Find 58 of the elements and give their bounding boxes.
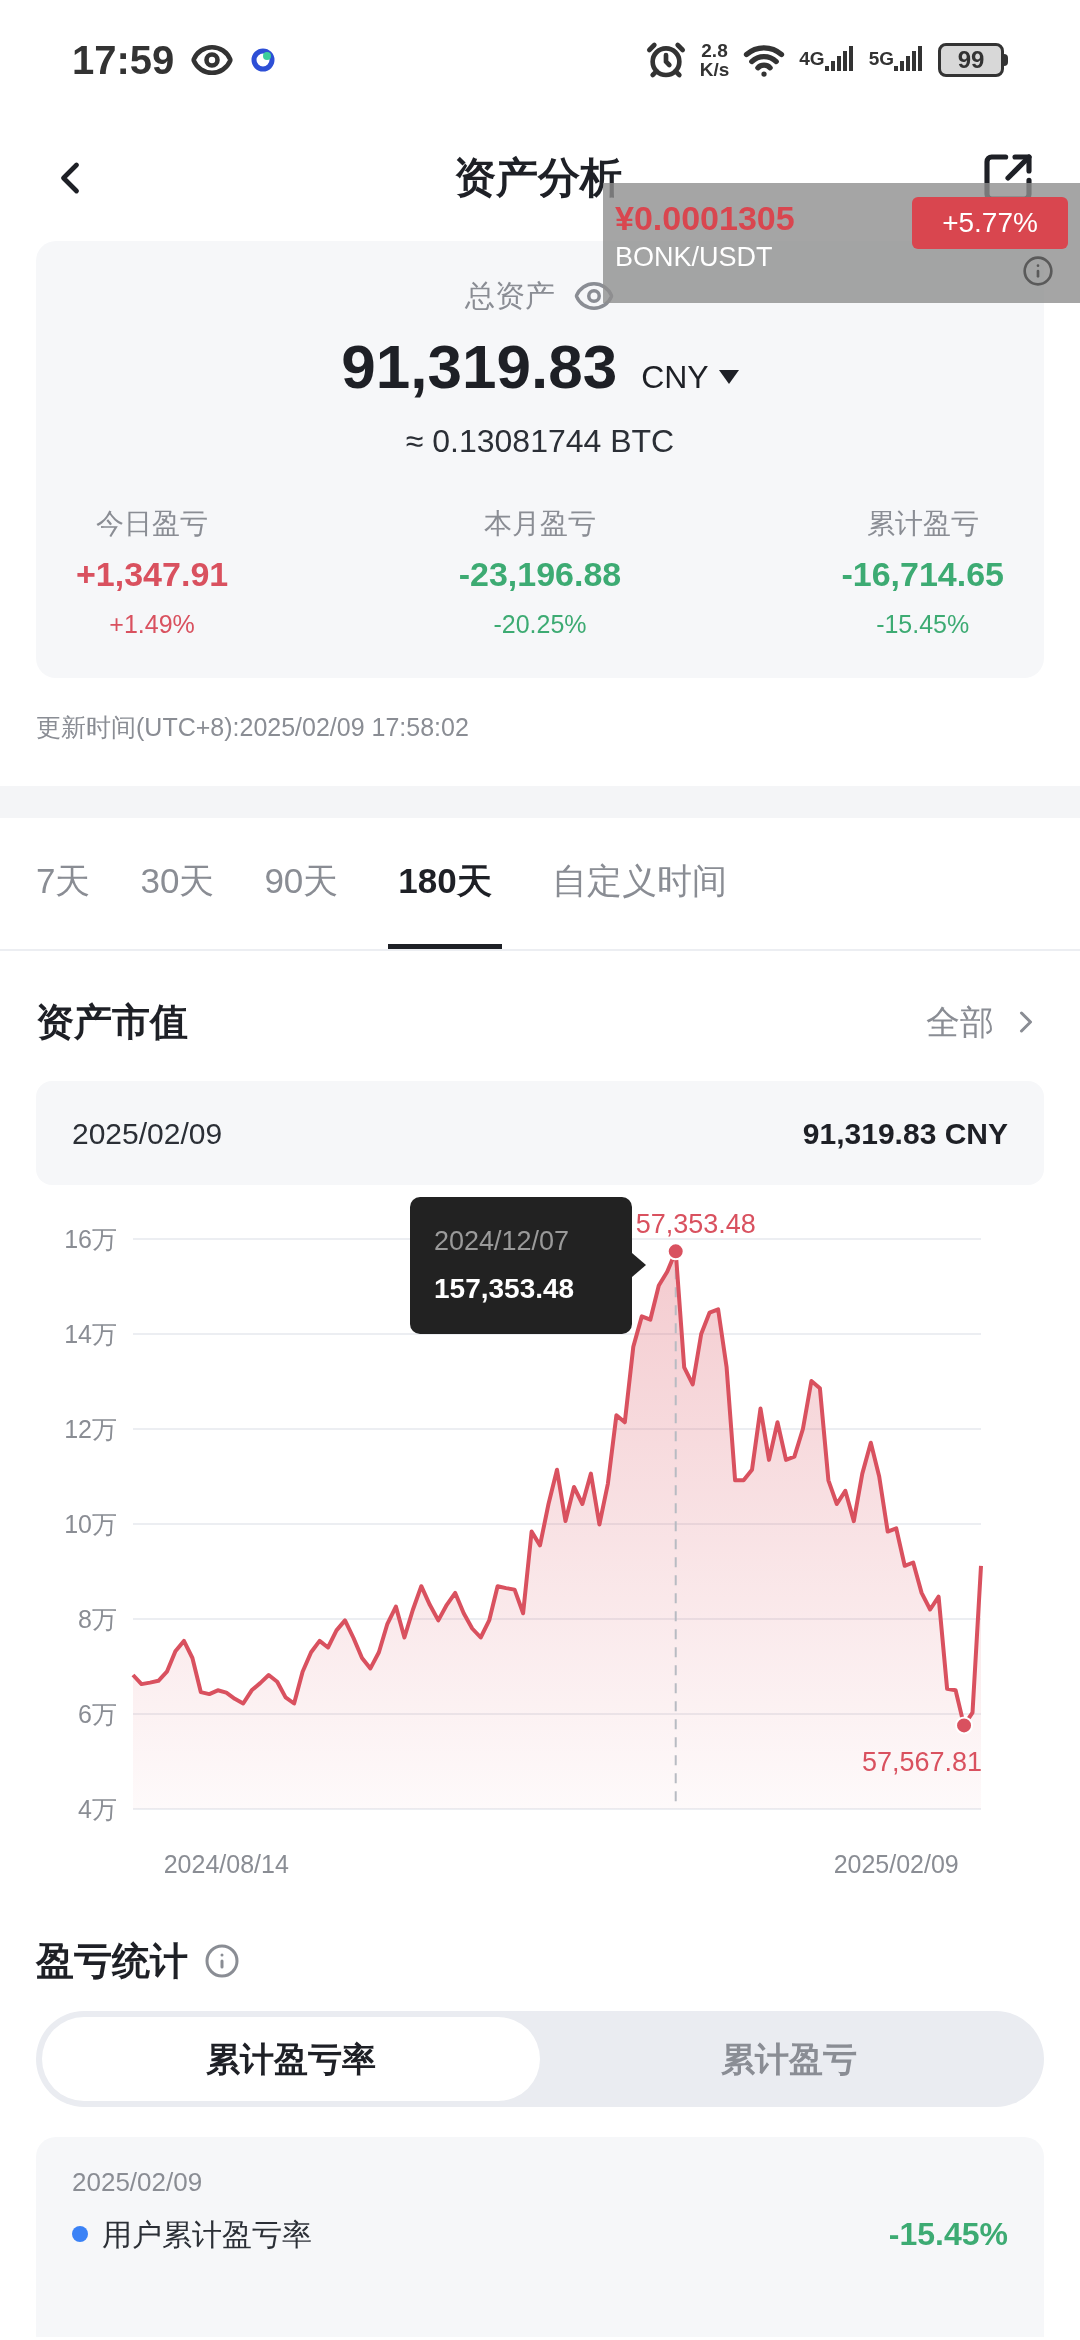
x-axis-label: 2025/02/09	[833, 1850, 959, 1878]
update-time: 更新时间(UTC+8):2025/02/09 17:58:02	[36, 712, 469, 744]
range-tab[interactable]: 90天	[264, 818, 339, 949]
y-axis-label: 4万	[78, 1795, 117, 1823]
tooltip-value: 157,353.48	[434, 1275, 576, 1303]
app-icon	[250, 47, 277, 73]
change-badge: +5.77%	[912, 197, 1068, 249]
btc-equivalent: ≈ 0.13081744 BTC	[405, 422, 675, 461]
legend-value: -15.45%	[888, 2215, 1008, 2254]
y-axis-label: 16万	[64, 1225, 117, 1253]
section-title: 资产市值	[36, 999, 188, 1045]
stat-percent: -15.45%	[876, 609, 970, 640]
total-assets-label: 总资产	[465, 278, 555, 314]
stat-percent: +1.49%	[109, 609, 195, 640]
x-axis-label: 2024/08/14	[163, 1850, 289, 1878]
currency-selector[interactable]: CNY	[641, 353, 739, 401]
y-axis-label: 14万	[64, 1320, 117, 1348]
total-amount: 91,319.83	[341, 331, 618, 403]
section-title: 盈亏统计	[36, 1938, 188, 1984]
y-axis-label: 6万	[78, 1700, 117, 1728]
status-time: 17:59	[72, 37, 175, 84]
stat-value: -16,714.65	[841, 554, 1004, 595]
network-label: 5G	[868, 47, 894, 71]
value-label: 57,353.48	[635, 1209, 756, 1240]
stat-label: 累计盈亏	[866, 507, 979, 541]
caret-down-icon	[718, 370, 739, 384]
range-tab[interactable]: 自定义时间	[551, 818, 727, 949]
speed-value: 2.8	[701, 41, 728, 60]
view-all-link[interactable]: 全部	[926, 996, 1044, 1048]
speed-unit: K/s	[699, 60, 730, 79]
range-tab[interactable]: 7天	[36, 818, 91, 949]
segment-tab[interactable]: 累计盈亏	[540, 2017, 1038, 2101]
y-axis-label: 10万	[64, 1510, 117, 1538]
range-tab[interactable]: 30天	[140, 818, 215, 949]
network-label: 4G	[799, 47, 825, 71]
point-marker	[666, 1242, 685, 1261]
stat-label: 本月盈亏	[484, 507, 596, 541]
info-icon[interactable]	[204, 1943, 240, 1979]
floating-price-toast[interactable]: ¥0.0001305 BONK/USDT +5.77%	[603, 183, 1080, 303]
info-icon[interactable]	[1022, 255, 1054, 287]
battery-indicator: 99	[938, 43, 1004, 77]
point-marker	[955, 1716, 974, 1735]
value-label: 57,567.81	[861, 1747, 983, 1778]
stat-label: 今日盈亏	[96, 507, 209, 541]
stat-value: -23,196.88	[458, 554, 622, 595]
y-axis-label: 12万	[64, 1415, 117, 1443]
segment-tab[interactable]: 累计盈亏率	[42, 2017, 540, 2101]
stat-value: +1,347.91	[76, 554, 229, 595]
detail-date: 2025/02/09	[72, 2166, 204, 2199]
y-axis-label: 8万	[78, 1605, 117, 1633]
stat-percent: -20.25%	[493, 609, 587, 640]
selected-value: 91,319.83 CNY	[802, 1115, 1008, 1152]
tooltip-date: 2024/12/07	[434, 1228, 571, 1255]
legend-label: 用户累计盈亏率	[102, 2216, 312, 2253]
selected-date: 2025/02/09	[72, 1115, 223, 1152]
range-tab[interactable]: 180天	[388, 818, 502, 949]
alarm-icon	[645, 40, 686, 80]
ticker-pair: BONK/USDT	[615, 241, 774, 274]
